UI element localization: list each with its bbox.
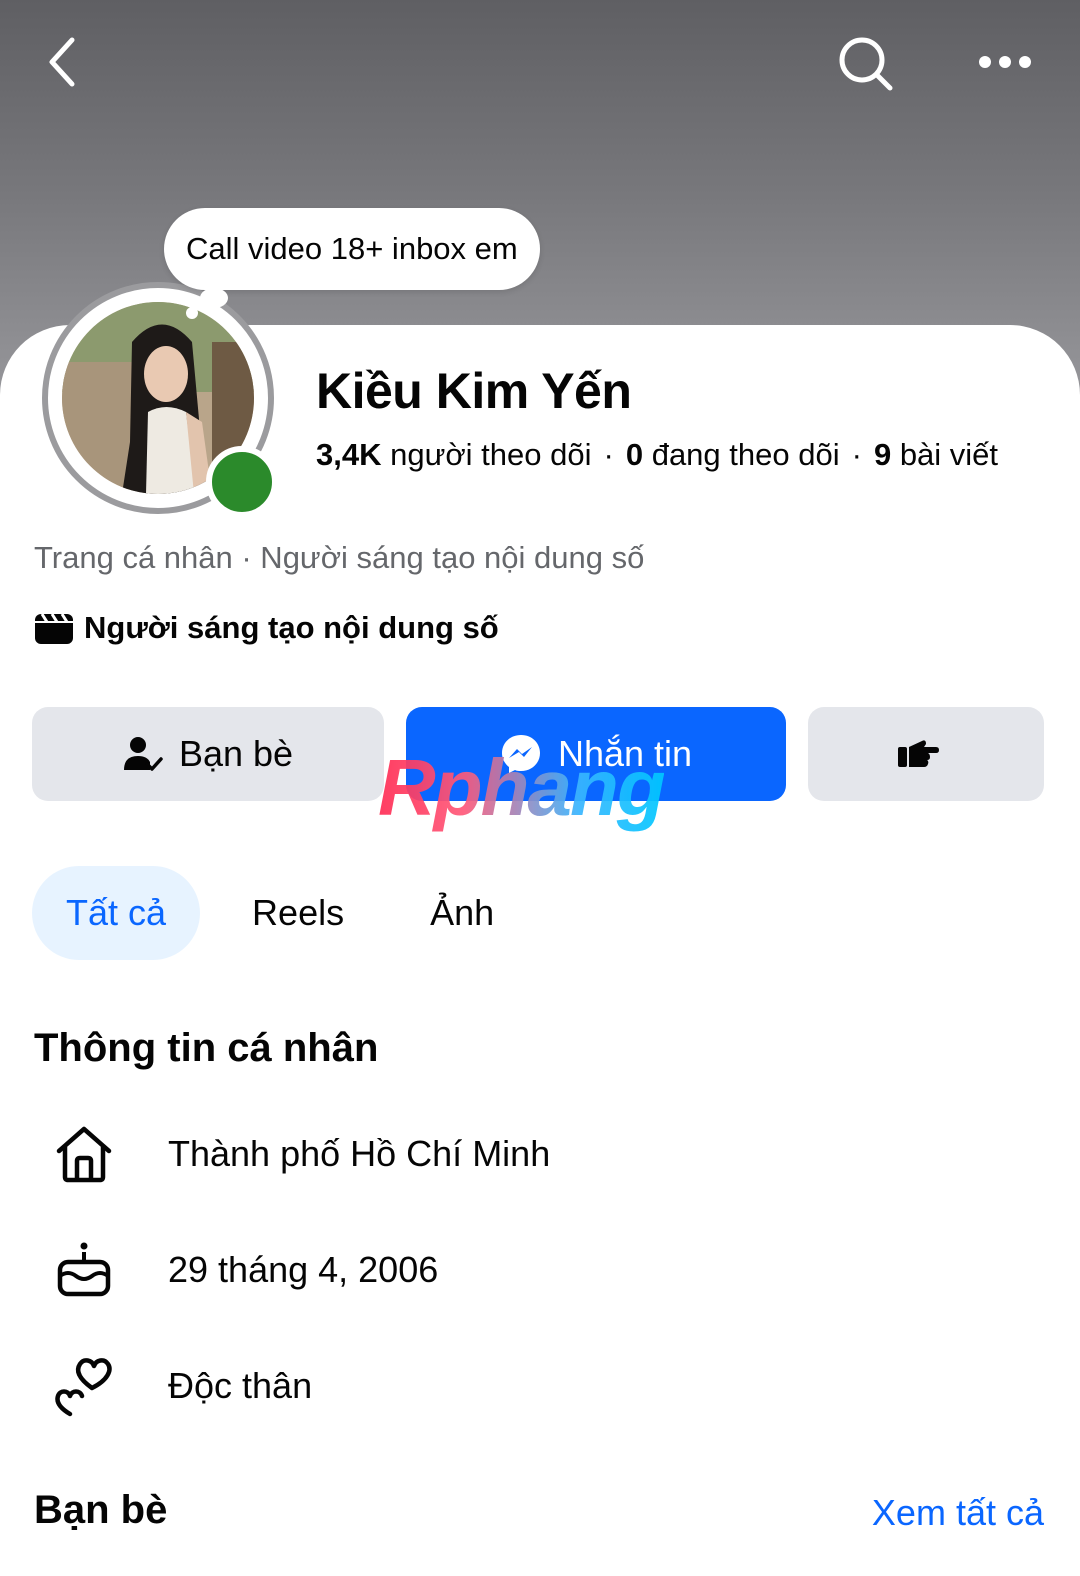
poke-button[interactable] [808, 707, 1044, 801]
birthday-cake-icon [50, 1236, 118, 1304]
following-stat[interactable]: 0 đang theo dõi [626, 437, 840, 472]
profile-name: Kiều Kim Yến [316, 363, 632, 419]
note-tail-small [186, 307, 198, 319]
relationship-text: Độc thân [168, 1365, 313, 1406]
profile-note[interactable]: Call video 18+ inbox em [164, 208, 540, 290]
profile-tabs: Tất cả Reels Ảnh [32, 866, 528, 960]
followers-count: 3,4K [316, 437, 382, 472]
stat-separator: · [603, 437, 614, 472]
friend-check-icon [123, 737, 163, 771]
poke-hand-icon [898, 740, 939, 767]
personal-info-title: Thông tin cá nhân [34, 1026, 379, 1070]
following-count: 0 [625, 437, 644, 472]
stat-separator: · [851, 437, 862, 472]
see-all-friends-link[interactable]: Xem tất cả [872, 1492, 1044, 1534]
info-row-birthday: 29 tháng 4, 2006 [50, 1236, 438, 1304]
posts-count: 9 [873, 437, 892, 472]
tab-reels[interactable]: Reels [218, 866, 378, 960]
posts-stat[interactable]: 9 bài viết [874, 437, 998, 472]
clapperboard-icon [35, 613, 73, 644]
info-row-location: Thành phố Hồ Chí Minh [50, 1120, 550, 1188]
category-label: Người sáng tạo nội dung số [84, 610, 499, 645]
back-icon[interactable] [38, 32, 88, 92]
friends-button-label: Bạn bè [178, 733, 294, 774]
profile-category: Người sáng tạo nội dung số [34, 610, 499, 646]
online-status-indicator [206, 446, 278, 518]
watermark-logo: Rphang [378, 743, 666, 832]
note-tail [200, 288, 228, 308]
info-row-relationship: Độc thân [50, 1352, 312, 1420]
more-horizontal-icon[interactable] [972, 42, 1038, 82]
profile-note-text: Call video 18+ inbox em [186, 231, 518, 266]
friends-section-title: Bạn bè [34, 1488, 168, 1532]
home-icon [50, 1120, 118, 1188]
tab-all[interactable]: Tất cả [32, 866, 201, 960]
followers-label: người theo dõi [390, 437, 592, 472]
tab-photos[interactable]: Ảnh [396, 866, 528, 960]
hearts-icon [50, 1352, 118, 1420]
posts-label: bài viết [899, 437, 999, 472]
profile-stats: 3,4K người theo dõi · 0 đang theo dõi · 9 bà… [316, 437, 998, 473]
birthday-text: 29 tháng 4, 2006 [168, 1249, 439, 1290]
friends-button[interactable]: Bạn bè [32, 707, 384, 801]
followers-stat[interactable]: 3,4K người theo dõi [316, 437, 592, 472]
profile-subtitle: Trang cá nhân · Người sáng tạo nội dung … [34, 540, 645, 575]
following-label: đang theo dõi [651, 437, 840, 472]
location-text: Thành phố Hồ Chí Minh [168, 1133, 551, 1174]
search-icon[interactable] [836, 34, 896, 94]
